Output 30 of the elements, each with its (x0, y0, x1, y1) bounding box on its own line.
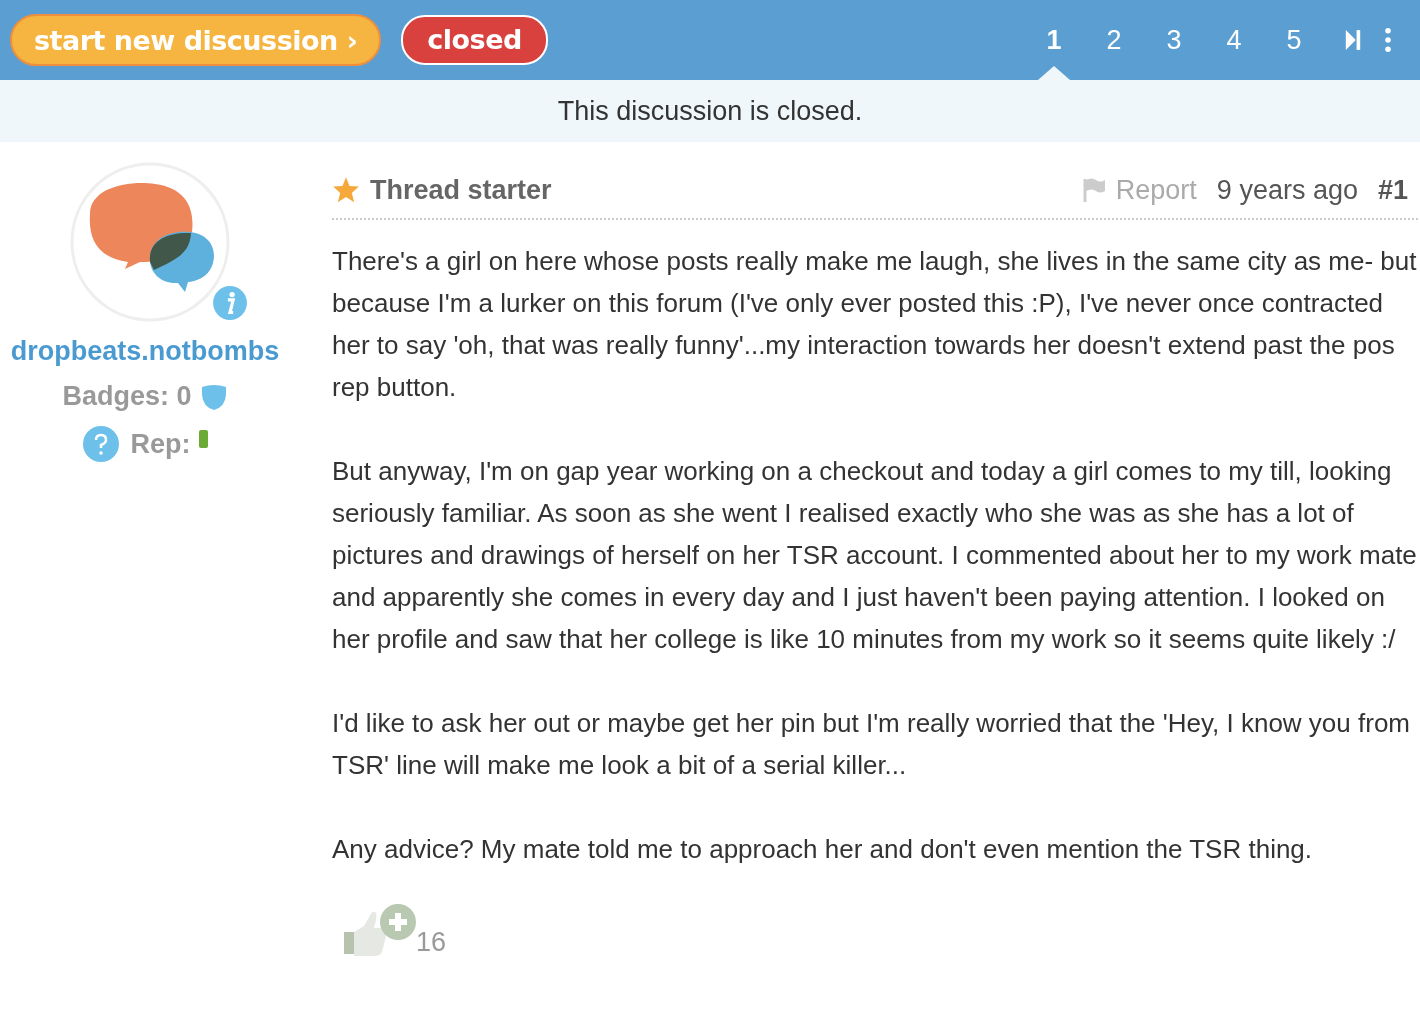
closed-status-badge: closed (401, 15, 548, 65)
page-link[interactable]: 2 (1084, 0, 1144, 80)
like-count: 16 (416, 927, 447, 958)
post-paragraph: There's a girl on here whose posts really make me laugh, she lives in the same city as me- but because I'm a lurker on this forum (I've only ever posted this :P), I've never once contracted her to say 'oh, that was really funny'...my interaction towards her doesn't extend past the pos rep button. (332, 245, 1418, 404)
post-paragraph: I'd like to ask her out or maybe get her pin but I'm really worried that the 'Hey, I know you from TSR' line will make me look a bit of a serial killer... (332, 707, 1411, 782)
badges-count: Badges: 0 (62, 381, 192, 412)
post-number[interactable]: #1 (1377, 174, 1408, 206)
thread-starter-label: Thread starter (370, 174, 552, 206)
post-paragraph: But anyway, I'm on gap year working on a checkout and today a girl comes to my till, looking seriously familiar. As soon as she went I realised exactly who she was as she has a lot of pictures and drawings of herself on her TSR account. I commented about her to my work mate and apparently she comes in every day and I just haven't been paying attention. I looked on her profile and saw that her college is like 10 minutes from my work so it seems quite likely :/ (332, 455, 1418, 656)
closed-notice: This discussion is closed. (0, 80, 1420, 142)
post-paragraph: Any advice? My mate told me to approach her and don't even mention the TSR thing. (332, 833, 1314, 866)
page-link[interactable]: 4 (1204, 0, 1264, 80)
last-page-icon[interactable] (1344, 28, 1362, 52)
shield-icon (199, 382, 228, 411)
help-icon[interactable] (82, 426, 119, 462)
rep-bar-icon (198, 430, 208, 448)
post-time: 9 years ago (1216, 174, 1358, 206)
page-link[interactable]: 1 (1024, 0, 1084, 80)
page-link[interactable]: 3 (1144, 0, 1204, 80)
avatar-drawing[interactable] (70, 162, 230, 322)
rep-label: Rep: (130, 428, 191, 460)
thumbs-up-plus-icon[interactable] (342, 902, 418, 958)
page-link[interactable]: 5 (1264, 0, 1324, 80)
username-link[interactable]: dropbeats.notbombs (10, 336, 280, 367)
start-discussion-button[interactable]: start new discussion › (10, 14, 382, 66)
star-icon (332, 176, 360, 204)
report-link[interactable]: Report (1115, 174, 1197, 206)
info-icon[interactable] (211, 284, 249, 322)
more-options-icon[interactable] (1384, 27, 1392, 53)
flag-icon[interactable] (1081, 177, 1106, 203)
